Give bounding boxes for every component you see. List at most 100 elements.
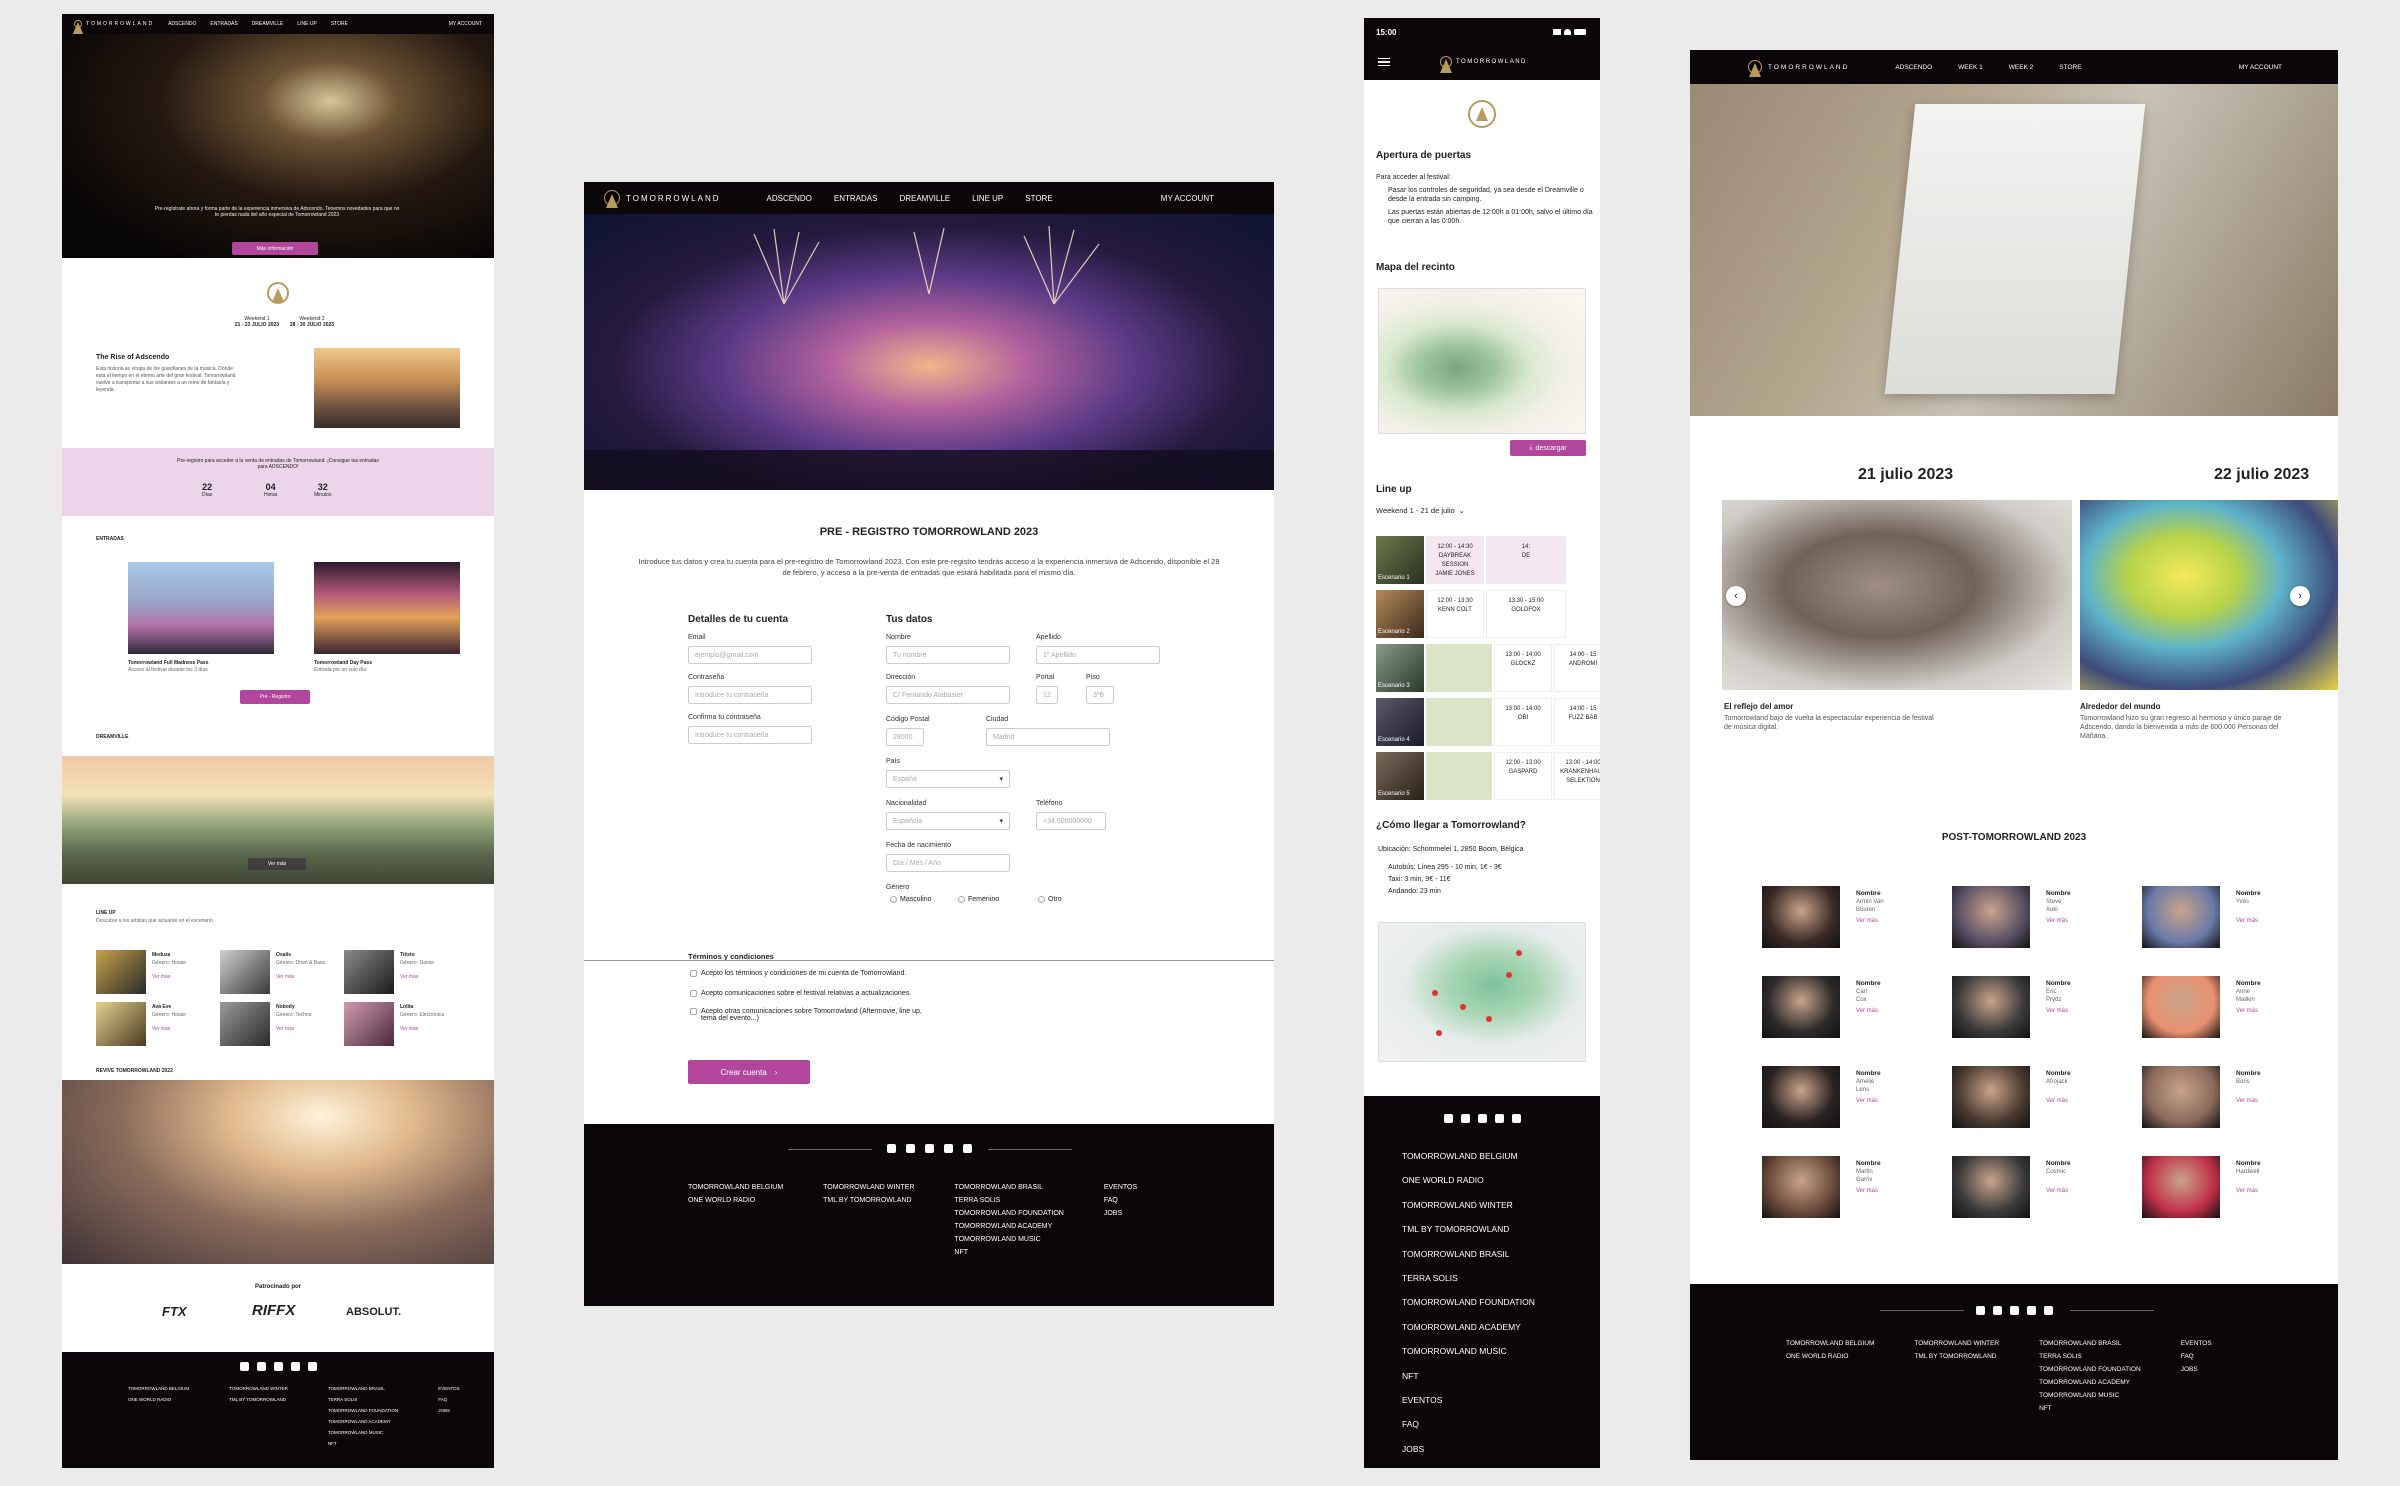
carousel-next-button[interactable]: › bbox=[2290, 586, 2310, 606]
person-photo[interactable] bbox=[2142, 886, 2220, 948]
nav-my-account[interactable]: MY ACCOUNT bbox=[1161, 194, 1214, 203]
footer-link[interactable]: TOMORROWLAND BELGIUM bbox=[1786, 1340, 1874, 1347]
schedule-cell[interactable]: 12:00 - 14:30 DAYBREAK SESSION JAMIE JONES bbox=[1426, 536, 1484, 584]
footer-link[interactable]: TML BY TOMORROWLAND bbox=[823, 1197, 914, 1204]
person-photo[interactable] bbox=[1762, 976, 1840, 1038]
facebook-icon[interactable] bbox=[886, 1144, 896, 1153]
portal-field[interactable]: 12 bbox=[1036, 686, 1058, 704]
person-photo[interactable] bbox=[2142, 1066, 2220, 1128]
person-photo[interactable] bbox=[1952, 886, 2030, 948]
tiktok-icon[interactable] bbox=[962, 1144, 972, 1153]
tiktok-icon[interactable] bbox=[307, 1362, 317, 1371]
tiktok-icon[interactable] bbox=[2043, 1306, 2053, 1315]
footer-link[interactable]: TOMORROWLAND BELGIUM bbox=[128, 1386, 189, 1391]
footer-link[interactable]: EVENTOS bbox=[2181, 1340, 2212, 1347]
footer-link[interactable]: TOMORROWLAND WINTER bbox=[229, 1386, 288, 1391]
confirm-password-field[interactable]: Introduce tu contraseña bbox=[688, 726, 812, 744]
footer-link[interactable]: TOMORROWLAND BRASIL bbox=[954, 1184, 1063, 1191]
gender-otro[interactable]: Otro bbox=[1038, 896, 1062, 903]
footer-link[interactable]: TML BY TOMORROWLAND bbox=[1402, 1217, 1535, 1241]
footer-link[interactable]: TOMORROWLAND ACADEMY bbox=[328, 1419, 398, 1424]
footer-link[interactable]: FAQ bbox=[1402, 1412, 1535, 1436]
footer-link[interactable]: TOMORROWLAND BELGIUM bbox=[1402, 1144, 1535, 1168]
logo[interactable]: TOMORROWLAND bbox=[1748, 60, 1849, 74]
footer-link[interactable]: JOBS bbox=[438, 1408, 459, 1413]
nav-my-account[interactable]: MY ACCOUNT bbox=[2239, 64, 2282, 71]
weekend-select[interactable]: Weekend 1 - 21 de julio ⌄ bbox=[1376, 506, 1465, 515]
nav-item-store[interactable]: STORE bbox=[2059, 64, 2081, 71]
direccion-field[interactable]: C/ Fernando Alabaster bbox=[886, 686, 1010, 704]
footer-link[interactable]: ONE WORLD RADIO bbox=[1786, 1353, 1874, 1360]
footer-link[interactable]: TOMORROWLAND FOUNDATION bbox=[328, 1408, 398, 1413]
ticket-card-image-1[interactable] bbox=[128, 562, 274, 654]
footer-link[interactable]: TOMORROWLAND BRASIL bbox=[1402, 1242, 1535, 1266]
gallery-image-1[interactable] bbox=[1722, 500, 2072, 690]
artist-photo[interactable] bbox=[220, 1002, 270, 1046]
directions-map-image[interactable] bbox=[1378, 922, 1586, 1062]
person-photo[interactable] bbox=[1952, 976, 2030, 1038]
apellido-field[interactable]: 1º Apellido bbox=[1036, 646, 1160, 664]
schedule-cell[interactable]: 12:00 - 13:00 GASPARD bbox=[1494, 752, 1552, 800]
telefono-field[interactable]: +34 600000000 bbox=[1036, 812, 1106, 830]
footer-link[interactable]: TERRA SOLIS bbox=[954, 1197, 1063, 1204]
email-field[interactable]: ejemplo@gmail.com bbox=[688, 646, 812, 664]
nav-item-lineup[interactable]: LINE UP bbox=[297, 21, 316, 27]
footer-link[interactable]: TOMORROWLAND FOUNDATION bbox=[954, 1210, 1063, 1217]
footer-link[interactable]: NFT bbox=[2039, 1405, 2141, 1412]
schedule-cell[interactable]: 14:00 - 15 FUZZ BAB bbox=[1554, 698, 1600, 746]
carousel-prev-button[interactable]: ‹ bbox=[1726, 586, 1746, 606]
footer-link[interactable]: TOMORROWLAND ACADEMY bbox=[2039, 1379, 2141, 1386]
venue-map-image[interactable] bbox=[1378, 288, 1586, 434]
footer-link[interactable]: TOMORROWLAND WINTER bbox=[1402, 1193, 1535, 1217]
facebook-icon[interactable] bbox=[1975, 1306, 1985, 1315]
schedule-cell[interactable]: 13:00 - 14:00 GLOCKZ bbox=[1494, 644, 1552, 692]
artist-more-link[interactable]: Ver más bbox=[276, 974, 294, 980]
nav-item-store[interactable]: STORE bbox=[1025, 194, 1052, 203]
footer-link[interactable]: TOMORROWLAND ACADEMY bbox=[954, 1223, 1063, 1230]
footer-link[interactable]: ONE WORLD RADIO bbox=[128, 1397, 189, 1402]
person-photo[interactable] bbox=[1952, 1156, 2030, 1218]
footer-link[interactable]: TOMORROWLAND MUSIC bbox=[954, 1236, 1063, 1243]
nacionalidad-select[interactable]: Española ▾ bbox=[886, 812, 1010, 830]
footer-link[interactable]: FAQ bbox=[438, 1397, 459, 1402]
twitter-icon[interactable] bbox=[1460, 1114, 1470, 1123]
facebook-icon[interactable] bbox=[1443, 1114, 1453, 1123]
pre-registro-button[interactable]: Pre - Registro bbox=[240, 690, 310, 704]
footer-link[interactable]: TOMORROWLAND ACADEMY bbox=[1402, 1315, 1535, 1339]
person-more-link[interactable]: Ver más bbox=[1856, 1008, 1878, 1014]
schedule-cell[interactable]: 14: DE bbox=[1486, 536, 1566, 584]
footer-link[interactable]: TOMORROWLAND MUSIC bbox=[2039, 1392, 2141, 1399]
person-more-link[interactable]: Ver más bbox=[2236, 1008, 2258, 1014]
logo[interactable]: TOMORROWLAND bbox=[74, 20, 154, 28]
schedule-cell[interactable]: 13:00 - 14:00KRANKENHAUS SELEKTION bbox=[1554, 752, 1600, 800]
download-map-button[interactable]: ⤓ descargar bbox=[1510, 440, 1586, 456]
footer-link[interactable]: TOMORROWLAND WINTER bbox=[1914, 1340, 1999, 1347]
footer-link[interactable]: TOMORROWLAND WINTER bbox=[823, 1184, 914, 1191]
footer-link[interactable]: TERRA SOLIS bbox=[1402, 1266, 1535, 1290]
artist-more-link[interactable]: Ver más bbox=[276, 1026, 294, 1032]
hero-more-button[interactable]: Más información bbox=[232, 242, 318, 255]
terms-check-1[interactable]: Acepto los términos y condiciones de mi … bbox=[690, 970, 906, 977]
logo[interactable]: TOMORROWLAND bbox=[604, 190, 721, 206]
ticket-card-image-2[interactable] bbox=[314, 562, 460, 654]
artist-photo[interactable] bbox=[344, 950, 394, 994]
footer-link[interactable]: NFT bbox=[954, 1249, 1063, 1256]
person-photo[interactable] bbox=[1762, 1156, 1840, 1218]
artist-photo[interactable] bbox=[344, 1002, 394, 1046]
footer-link[interactable]: JOBS bbox=[1104, 1210, 1137, 1217]
footer-link[interactable]: JOBS bbox=[1402, 1437, 1535, 1461]
person-more-link[interactable]: Ver más bbox=[1856, 1188, 1878, 1194]
schedule-cell[interactable]: 14:00 - 15 ANDROMI bbox=[1554, 644, 1600, 692]
footer-link[interactable]: ONE WORLD RADIO bbox=[688, 1197, 783, 1204]
person-photo[interactable] bbox=[2142, 1156, 2220, 1218]
youtube-icon[interactable] bbox=[2026, 1306, 2036, 1315]
nav-item-adscendo[interactable]: ADSCENDO bbox=[767, 194, 812, 203]
instagram-icon[interactable] bbox=[2009, 1306, 2019, 1315]
person-more-link[interactable]: Ver más bbox=[2046, 918, 2068, 924]
footer-link[interactable]: ONE WORLD RADIO bbox=[1402, 1168, 1535, 1192]
nav-item-week-1[interactable]: WEEK 1 bbox=[1958, 64, 1983, 71]
artist-more-link[interactable]: Ver más bbox=[152, 974, 170, 980]
pais-select[interactable]: España ▾ bbox=[886, 770, 1010, 788]
nav-item-adscendo[interactable]: ADSCENDO bbox=[168, 21, 196, 27]
artist-more-link[interactable]: Ver más bbox=[400, 974, 418, 980]
